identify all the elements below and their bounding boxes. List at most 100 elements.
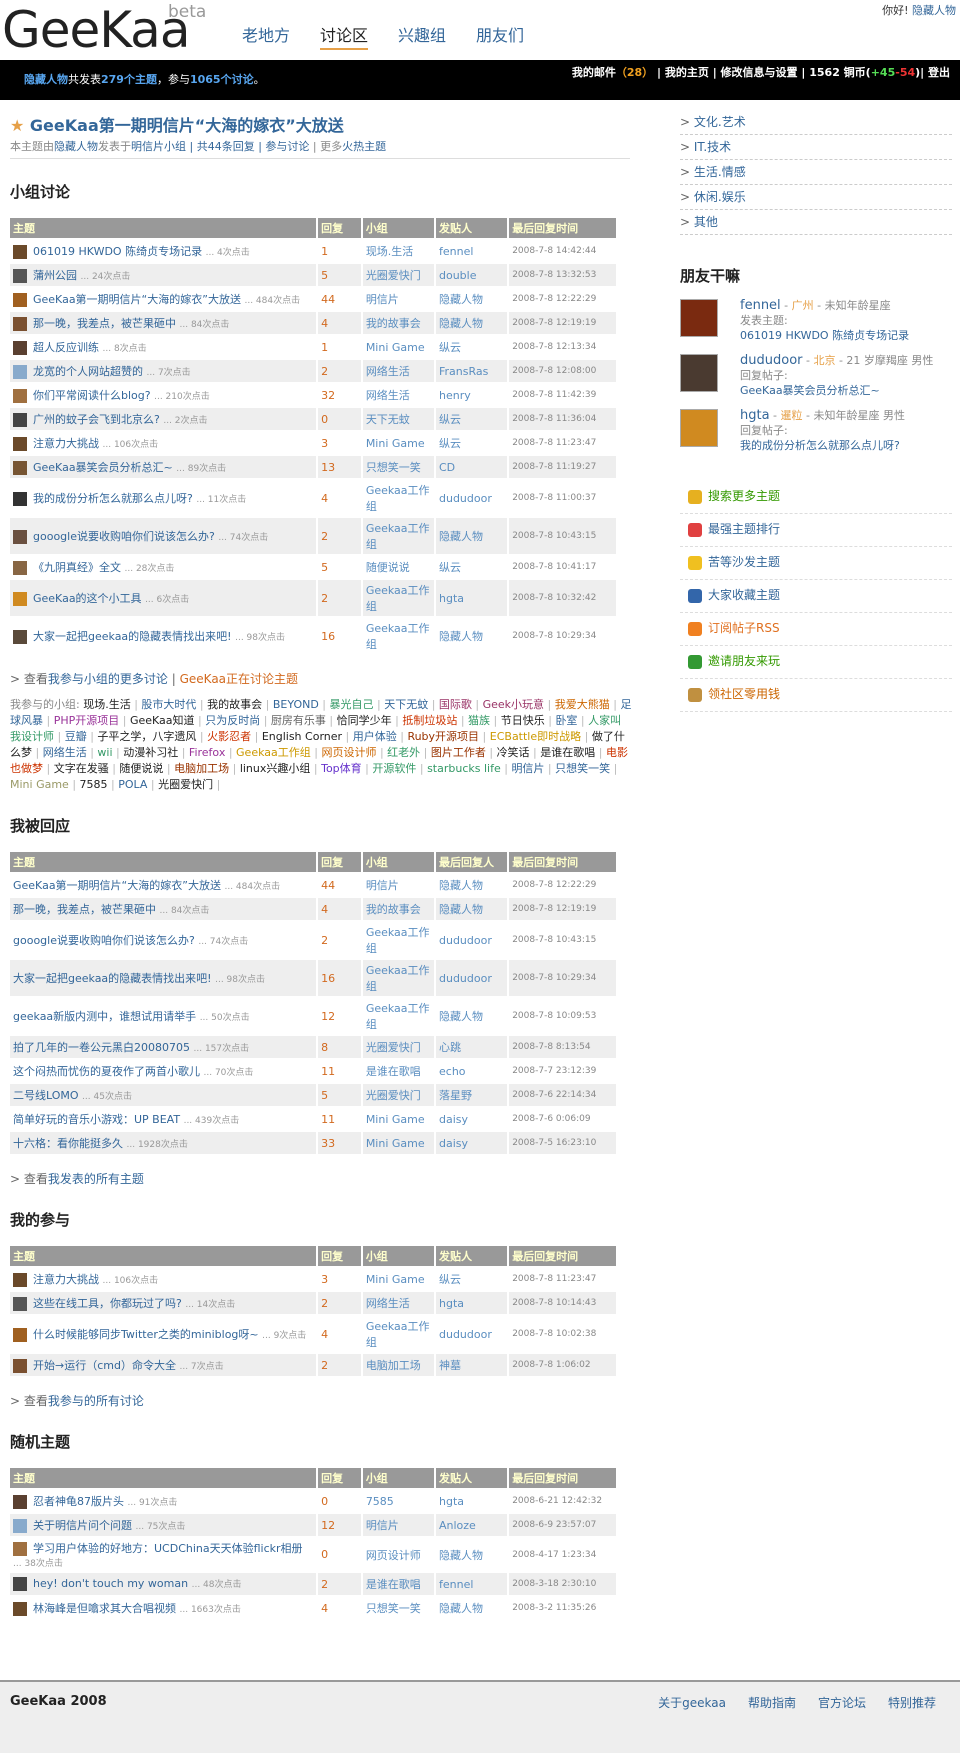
group-tag[interactable]: 开源软件	[372, 762, 416, 775]
mail-link[interactable]: 我的邮件	[572, 66, 616, 79]
topics-count[interactable]: 279个主题	[101, 73, 157, 86]
topic-link[interactable]: 你们平常阅读什么blog?	[33, 389, 151, 402]
poster-link[interactable]: 隐藏人物	[436, 518, 508, 554]
table-row[interactable]: 拍了几年的一卷公元黑白20080705 ... 157次点击 8 光圈爱快门 心跳 20…	[10, 1036, 616, 1058]
group-link[interactable]: Geekaa工作组	[362, 960, 434, 996]
all-participation-link[interactable]: 我参与的所有讨论	[48, 1394, 144, 1408]
group-tag[interactable]: Firefox	[189, 746, 225, 759]
poster-link[interactable]: Anloze	[436, 1514, 508, 1536]
topic-link[interactable]: 学习用户体验的好地方：UCDChina天天体验flickr相册	[33, 1542, 303, 1555]
table-row[interactable]: 二号线LOMO ... 45次点击 5 光圈爱快门 落星野 2008-7-6 22:14…	[10, 1084, 616, 1106]
category-item[interactable]: > 生活.情感	[680, 160, 952, 185]
topic-link[interactable]: 二号线LOMO	[13, 1089, 79, 1102]
group-tag[interactable]: BEYOND	[273, 698, 319, 711]
poster-link[interactable]: 纵云	[436, 556, 507, 578]
poster-link[interactable]: 隐藏人物	[436, 312, 508, 334]
group-link[interactable]: 光圈爱快门	[362, 264, 434, 286]
table-row[interactable]: 什么时候能够同步Twitter之类的miniblog呀~ ... 9次点击 4 Ge…	[10, 1316, 616, 1352]
poster-link[interactable]: 神墓	[436, 1354, 508, 1376]
table-row[interactable]: GeeKaa第一期明信片“大海的嫁衣”大放送 ... 484次点击 44 明信片 隐藏…	[10, 288, 616, 310]
group-link[interactable]: 现场.生活	[363, 240, 434, 262]
group-link[interactable]: Mini Game	[363, 336, 434, 358]
group-link[interactable]: 7585	[363, 1490, 434, 1512]
table-row[interactable]: 这些在线工具，你都玩过了吗? ... 14次点击 2 网络生活 hgta 2008-7-…	[10, 1292, 616, 1314]
group-tag[interactable]: 冷笑话	[497, 746, 530, 759]
poster-link[interactable]: daisy	[436, 1108, 507, 1130]
group-tag[interactable]: Geekaa工作组	[236, 746, 311, 759]
topic-link[interactable]: hey! don't touch my woman	[33, 1577, 188, 1590]
group-tag[interactable]: 猫族	[468, 714, 490, 727]
topic-link[interactable]: 注意力大挑战	[33, 1273, 99, 1286]
table-row[interactable]: 广州的蚊子会飞到北京么? ... 2次点击 0 天下无蚊 纵云 2008-7-8 11:…	[10, 408, 616, 430]
hot-topics-link[interactable]: GeeKaa正在讨论主题	[180, 672, 298, 686]
nav-old-place[interactable]: 老地方	[242, 22, 290, 46]
topic-link[interactable]: 十六格：看你能挺多久	[13, 1137, 123, 1150]
group-tag[interactable]: 网络生活	[43, 746, 87, 759]
group-link[interactable]: 是谁在歌唱	[362, 1573, 434, 1595]
topic-link[interactable]: geekaa新版内测中，谁想试用请举手	[13, 1010, 196, 1023]
poster-link[interactable]: dududoor	[436, 480, 507, 516]
meta-join-link[interactable]: | 参与讨论	[258, 140, 309, 153]
topic-link[interactable]: GeeKaa的这个小工具	[33, 592, 142, 605]
meta-replies-link[interactable]: | 共44条回复	[190, 140, 255, 153]
poster-link[interactable]: hgta	[436, 1490, 507, 1512]
group-tag[interactable]: 7585	[80, 778, 108, 791]
home-link[interactable]: | 我的主页	[657, 66, 709, 79]
group-link[interactable]: Mini Game	[362, 1132, 434, 1154]
nav-interest-groups[interactable]: 兴趣组	[398, 22, 446, 46]
group-link[interactable]: 网络生活	[362, 1292, 434, 1314]
poster-link[interactable]: FransRas	[436, 360, 508, 382]
group-tag[interactable]: English Corner	[262, 730, 342, 743]
topic-link[interactable]: 拍了几年的一卷公元黑白20080705	[13, 1041, 190, 1054]
group-link[interactable]: Mini Game	[363, 432, 434, 454]
group-tag[interactable]: PHP开源项目	[54, 714, 120, 727]
poster-link[interactable]: 隐藏人物	[436, 618, 507, 654]
group-link[interactable]: 网络生活	[363, 384, 434, 406]
topic-link[interactable]: GeeKaa暴笑会员分析总汇~	[33, 461, 173, 474]
group-link[interactable]: 网络生活	[362, 360, 434, 382]
group-link[interactable]: Mini Game	[363, 1268, 434, 1290]
poster-link[interactable]: 纵云	[436, 408, 508, 430]
logo[interactable]: GeeKaa	[2, 0, 190, 60]
poster-link[interactable]: fennel	[436, 1573, 508, 1595]
table-row[interactable]: geekaa新版内测中，谁想试用请举手 ... 50次点击 12 Geekaa工作组…	[10, 998, 616, 1034]
friend-post-link[interactable]: GeeKaa暴笑会员分析总汇~	[740, 384, 880, 397]
poster-link[interactable]: daisy	[436, 1132, 508, 1154]
poster-link[interactable]: 隐藏人物	[436, 1538, 507, 1571]
table-row[interactable]: 开始→运行（cmd）命令大全 ... 7次点击 2 电脑加工场 神墓 2008-7-8 …	[10, 1354, 616, 1376]
group-tag[interactable]: 光圈爱快门	[158, 778, 213, 791]
category-item[interactable]: > IT.技术	[680, 135, 952, 160]
sidebar-link[interactable]: 订阅帖子RSS	[680, 613, 952, 646]
group-tag[interactable]: 是谁在歌唱	[540, 746, 595, 759]
table-row[interactable]: 林海峰是但噏求其大合唱视频 ... 1663次点击 4 只想笑一笑 隐藏人物 2008-…	[10, 1597, 616, 1619]
topic-link[interactable]: 这些在线工具，你都玩过了吗?	[33, 1297, 182, 1310]
group-tag[interactable]: 电脑加工场	[174, 762, 229, 775]
footer-forum[interactable]: 官方论坛	[818, 1696, 866, 1710]
table-row[interactable]: gooogle说要收购咱你们说该怎么办? ... 74次点击 2 Geekaa工作组…	[10, 518, 616, 554]
topic-link[interactable]: 忍者神龟87版片头	[33, 1495, 124, 1508]
group-tag[interactable]: 豆瓣	[65, 730, 87, 743]
group-tag[interactable]: Geek小玩意	[483, 698, 544, 711]
table-row[interactable]: 那一晚，我差点，被芒果砸中 ... 84次点击 4 我的故事会 隐藏人物 2008-7-…	[10, 312, 616, 334]
table-row[interactable]: 超人反应训练 ... 8次点击 1 Mini Game 纵云 2008-7-8 12:1…	[10, 336, 616, 358]
group-tag[interactable]: 子平之学，八字遗风	[97, 730, 196, 743]
table-row[interactable]: 大家一起把geekaa的隐藏表情找出来吧! ... 98次点击 16 Geekaa工…	[10, 960, 616, 996]
group-link[interactable]: Geekaa工作组	[363, 1316, 434, 1352]
poster-link[interactable]: dududoor	[436, 922, 507, 958]
group-tag[interactable]: 火影忍者	[207, 730, 251, 743]
friend-post-link[interactable]: 061019 HKWDO 陈绮贞专场记录	[740, 329, 909, 342]
group-tag[interactable]: 图片工作者	[431, 746, 486, 759]
table-row[interactable]: 061019 HKWDO 陈绮贞专场记录 ... 4次点击 1 现场.生活 fenne…	[10, 240, 616, 262]
poster-link[interactable]: henry	[436, 384, 507, 406]
group-link[interactable]: 天下无蚊	[362, 408, 434, 430]
friend-avatar[interactable]	[680, 299, 718, 337]
group-tag[interactable]: Top体育	[321, 762, 362, 775]
sidebar-link[interactable]: 领社区零用钱	[680, 679, 952, 712]
topic-link[interactable]: 061019 HKWDO 陈绮贞专场记录	[33, 245, 202, 258]
footer-help[interactable]: 帮助指南	[748, 1696, 796, 1710]
group-link[interactable]: 网页设计师	[363, 1538, 434, 1571]
mail-count[interactable]: （28）	[616, 66, 653, 79]
group-tag[interactable]: 我爱大熊猫	[555, 698, 610, 711]
category-item[interactable]: > 其他	[680, 210, 952, 235]
topic-link[interactable]: 龙宽的个人网站超赞的	[33, 365, 143, 378]
